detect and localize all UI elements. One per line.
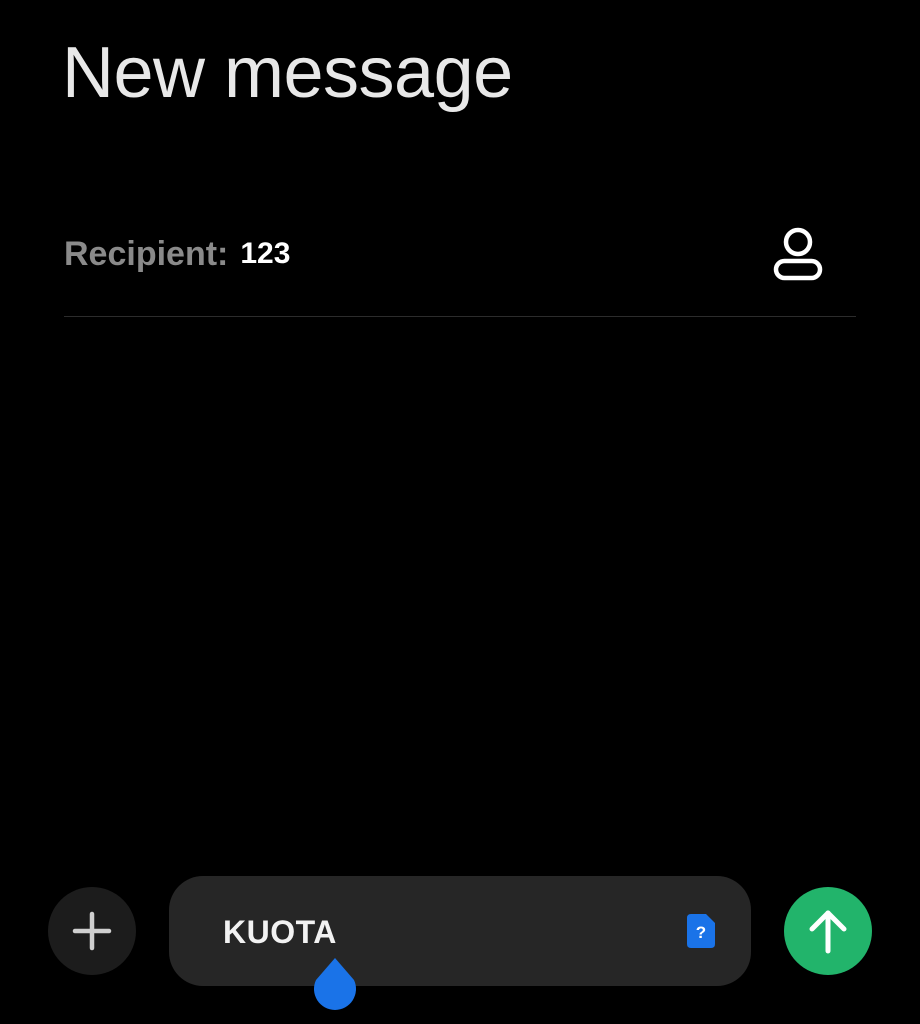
sim-label: ? [696,923,706,942]
message-compose-box[interactable]: ? [169,876,751,986]
recipient-label: Recipient: [64,234,229,273]
sim-card-question-icon[interactable]: ? [687,914,715,948]
send-button[interactable] [784,887,872,975]
page-title: New message [62,33,513,113]
recipient-row[interactable]: Recipient: 123 [64,222,856,286]
person-icon [773,227,823,281]
plus-icon [72,911,112,951]
new-message-screen: New message Recipient: 123 ? [0,0,920,1024]
contacts-button[interactable] [770,224,826,284]
text-cursor-handle[interactable] [310,956,360,1012]
add-attachment-button[interactable] [48,887,136,975]
recipient-divider [64,316,856,317]
message-input[interactable] [223,906,663,958]
arrow-up-icon [809,910,847,954]
recipient-value[interactable]: 123 [240,237,290,271]
